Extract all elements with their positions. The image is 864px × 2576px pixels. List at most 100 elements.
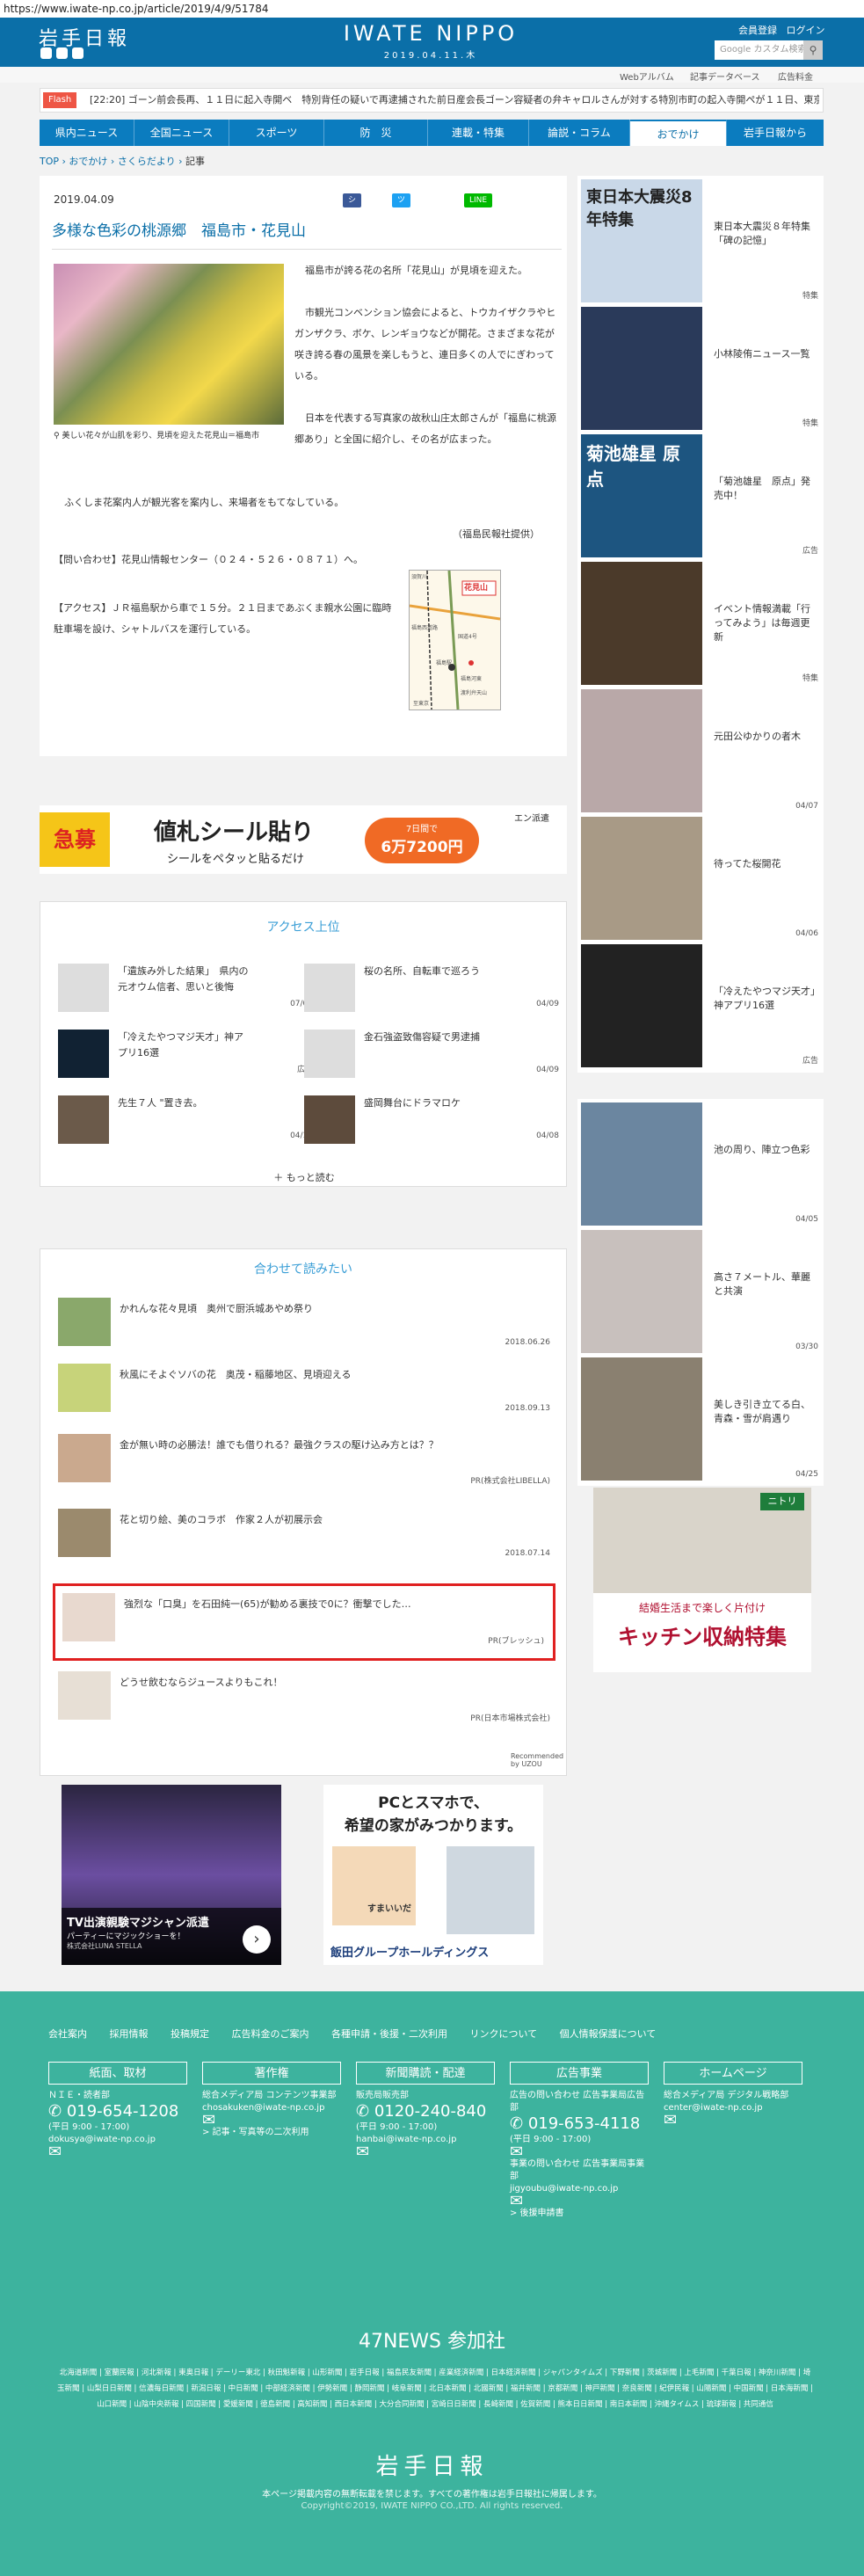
sidebar-card[interactable]: 池の周り、陣立つ色彩 04/05 xyxy=(577,1099,824,1231)
tweet-button[interactable]: ツイート xyxy=(392,193,411,247)
nav-series[interactable]: 連載・特集 xyxy=(428,120,529,146)
sidebar-title[interactable]: 「冷えたやつマジ天才」神アプリ16選 xyxy=(714,985,819,1013)
footer-logo[interactable]: 岩手日報 xyxy=(0,2449,864,2481)
footer-link[interactable]: リンクについて xyxy=(470,2028,538,2040)
nav-odekake[interactable]: おでかけ xyxy=(630,120,727,146)
facebook-icon[interactable] xyxy=(56,47,68,59)
subnav-database[interactable]: 記事データベース xyxy=(690,69,760,83)
item-title[interactable]: 「冷えたやつマジ天才」神アプリ16選 xyxy=(118,1030,250,1061)
mail-icon[interactable]: ✉ xyxy=(356,2144,495,2160)
list-item[interactable]: 盛岡舞台にドラマロケ 04/08 xyxy=(304,1095,559,1144)
footer-link[interactable]: 広告料金のご案内 xyxy=(232,2028,309,2040)
list-item[interactable]: どうせ飲むならジュースよりもこれ！ PR(日本市場株式会社) xyxy=(58,1671,550,1733)
nav-prefecture-news[interactable]: 県内ニュース xyxy=(40,120,134,146)
footer-email[interactable]: dokusya@iwate-np.co.jp xyxy=(48,2134,187,2146)
item-title[interactable]: どうせ飲むならジュースよりもこれ！ xyxy=(120,1675,533,1689)
phone-number[interactable]: 019-654-1208 xyxy=(67,2102,179,2121)
sidebar-title[interactable]: 高さ７メートル、華麗と共演 xyxy=(714,1270,819,1299)
list-item[interactable]: 桜の名所、自転車で巡ろう 04/09 xyxy=(304,964,559,1012)
nav-from-iwate-nippo[interactable]: 岩手日報から xyxy=(727,120,824,146)
nav-editorial[interactable]: 論説・コラム xyxy=(529,120,630,146)
list-item[interactable]: 花と切り絵、美のコラボ 作家２人が初展示会 2018.07.14 xyxy=(58,1509,550,1570)
sidebar-card[interactable]: イベント情報満載「行ってみよう」は毎週更新 特集 xyxy=(577,558,824,690)
nav-disaster[interactable]: 防 災 xyxy=(324,120,428,146)
sidebar-card[interactable]: 小林陵侑ニュース一覧 特集 xyxy=(577,303,824,435)
sidebar-card[interactable]: 高さ７メートル、華麗と共演 03/30 xyxy=(577,1226,824,1358)
nav-sports[interactable]: スポーツ xyxy=(229,120,324,146)
list-item[interactable]: 先生７人 "置き去。 04/10 xyxy=(58,1095,313,1144)
sidebar-card[interactable]: 待ってた桜開花 04/06 xyxy=(577,813,824,945)
area-map[interactable]: 花見山 須賀川 福島西道路 福島駅 国道4号 至東京 福島河東 渡利弁天山 xyxy=(409,570,501,710)
sidebar-title[interactable]: 小林陵侑ニュース一覧 xyxy=(714,347,819,361)
footer-email[interactable]: jigyoubu@iwate-np.co.jp xyxy=(510,2183,649,2195)
sidebar-card[interactable]: 菊池雄星 原点 「菊池雄星 原点」発売中！ 広告 xyxy=(577,431,824,563)
advertisement-banner[interactable]: 急募 値札シール貼り シールをペタッと貼るだけ 7日間で 6万7200円 エン派… xyxy=(40,805,567,874)
footer-link[interactable]: 会社案内 xyxy=(48,2028,87,2040)
mail-icon[interactable]: ✉ xyxy=(48,2144,187,2160)
breadcrumb-top[interactable]: TOP xyxy=(40,156,59,167)
mail-icon[interactable]: ✉ xyxy=(202,2113,341,2128)
sidebar-title[interactable]: イベント情報満載「行ってみよう」は毎週更新 xyxy=(714,602,819,644)
chevron-right-icon[interactable]: › xyxy=(243,1925,271,1954)
nav-national-news[interactable]: 全国ニュース xyxy=(134,120,229,146)
list-item[interactable]: 金石強盗致傷容疑で男逮捕 04/09 xyxy=(304,1030,559,1078)
footer-link[interactable]: 各種申請・後援・二次利用 xyxy=(331,2028,447,2040)
sidebar-card[interactable]: 美しき引き立てる白、青森・雪が肩遇り 04/25 xyxy=(577,1354,824,1486)
instagram-icon[interactable] xyxy=(72,47,83,59)
item-title[interactable]: 強烈な「口臭」を石田純一(65)が勧める裏技で0に？衝撃でした… xyxy=(124,1597,537,1611)
footer-phone[interactable]: ✆ 0120-240-840 xyxy=(356,2102,495,2121)
mail-icon[interactable]: ✉ xyxy=(510,2144,649,2160)
sidebar-card[interactable]: 元田公ゆかりの者木 04/07 xyxy=(577,686,824,818)
mail-icon[interactable]: ✉ xyxy=(510,2194,649,2209)
article-photo[interactable] xyxy=(54,264,284,425)
footer-link[interactable]: 個人情報保護について xyxy=(560,2028,657,2040)
item-title[interactable]: 花と切り絵、美のコラボ 作家２人が初展示会 xyxy=(120,1512,533,1526)
search-icon[interactable]: ⚲ xyxy=(803,40,823,60)
list-item[interactable]: 「冷えたやつマジ天才」神アプリ16選 広告 xyxy=(58,1030,313,1078)
item-title[interactable]: 桜の名所、自転車で巡ろう xyxy=(364,964,496,979)
sidebar-card[interactable]: 東日本大震災8年特集 東日本大震災８年特集「碑の記憶」 特集 xyxy=(577,176,824,308)
recommended-by[interactable]: Recommended by UZOU xyxy=(511,1752,566,1768)
advertisement-housing[interactable]: PCとスマホで、 希望の家がみつかります。 すまいいだ 飯田グループホールディン… xyxy=(323,1785,543,1965)
subnav-ad-rates[interactable]: 広告料金 xyxy=(778,69,813,83)
ticker-text[interactable]: [22:20] ゴーン前会長再、１１日に起入寺開ベ 特別背任の疑いで再逮捕された… xyxy=(90,89,819,112)
news-ticker[interactable]: Flash [22:20] ゴーン前会長再、１１日に起入寺開ベ 特別背任の疑いで… xyxy=(40,88,824,113)
advertisement-kitchen[interactable]: ニトリ 結婚生活まで楽しく片付け キッチン収納特集 xyxy=(593,1488,811,1672)
sidebar-title[interactable]: 池の周り、陣立つ色彩 xyxy=(714,1143,819,1157)
news47-member-list[interactable]: 北海道新聞 | 室蘭民報 | 河北新報 | 東奥日報 | デーリー東北 | 秋田… xyxy=(57,2365,813,2412)
footer-email[interactable]: chosakuken@iwate-np.co.jp xyxy=(202,2102,341,2114)
item-title[interactable]: かれんな花々見頃 奥州で厨浜城あやめ祭り xyxy=(120,1301,533,1315)
phone-number[interactable]: 019-653-4118 xyxy=(528,2114,641,2133)
url-bar[interactable]: https://www.iwate-np.co.jp/article/2019/… xyxy=(0,0,864,18)
sidebar-card[interactable]: 「冷えたやつマジ天才」神アプリ16選 広告 xyxy=(577,941,824,1073)
item-title[interactable]: 金石強盗致傷容疑で男逮捕 xyxy=(364,1030,496,1045)
footer-phone[interactable]: ✆ 019-654-1208 xyxy=(48,2102,187,2121)
site-logo[interactable]: 岩手日報 xyxy=(39,23,130,51)
sidebar-title[interactable]: 待ってた桜開花 xyxy=(714,857,819,871)
list-item[interactable]: 金が無い時の必勝法！誰でも借りれる？最強クラスの駆け込み方とは？？ PR(株式会… xyxy=(58,1434,550,1495)
breadcrumb-odekake[interactable]: おでかけ xyxy=(69,156,107,167)
login-link[interactable]: ログイン xyxy=(787,25,825,36)
footer-link[interactable]: 採用情報 xyxy=(110,2028,149,2040)
sidebar-title[interactable]: 東日本大震災８年特集「碑の記憶」 xyxy=(714,220,819,248)
footer-email[interactable]: hanbai@iwate-np.co.jp xyxy=(356,2134,495,2146)
item-title[interactable]: 「遺族み外した結果」 県内の元オウム信者、思いと後悔 xyxy=(118,964,250,995)
advertisement-magician[interactable]: TV出演親験マジシャン派遣 パーティーにマジックショーを！ 株式会社LUNA S… xyxy=(62,1785,281,1965)
subnav-webalbum[interactable]: Webアルバム xyxy=(620,69,674,83)
footer-link[interactable]: 投稿規定 xyxy=(171,2028,209,2040)
read-more-button[interactable]: ＋ もっと読む xyxy=(40,1170,568,1184)
breadcrumb-sakura[interactable]: さくらだより xyxy=(118,156,176,167)
footer-email[interactable]: center@iwate-np.co.jp xyxy=(664,2102,802,2114)
twitter-icon[interactable] xyxy=(40,47,52,59)
sidebar-title[interactable]: 美しき引き立てる白、青森・雪が肩遇り xyxy=(714,1398,819,1426)
facebook-share-button[interactable]: シェア xyxy=(343,193,362,233)
sidebar-title[interactable]: 元田公ゆかりの者木 xyxy=(714,730,819,744)
sidebar-title[interactable]: 「菊池雄星 原点」発売中！ xyxy=(714,475,819,503)
member-register-link[interactable]: 会員登録 xyxy=(738,25,777,36)
list-item[interactable]: 「遺族み外した結果」 県内の元オウム信者、思いと後悔 07/07 xyxy=(58,964,313,1012)
highlighted-list-item[interactable]: 強烈な「口臭」を石田純一(65)が勧める裏技で0に？衝撃でした… PR(ブレッシ… xyxy=(53,1583,555,1661)
list-item[interactable]: 秋風にそよぐソバの花 奥茂・稲藤地区、見頃迎える 2018.09.13 xyxy=(58,1364,550,1425)
list-item[interactable]: かれんな花々見頃 奥州で厨浜城あやめ祭り 2018.06.26 xyxy=(58,1298,550,1359)
item-title[interactable]: 盛岡舞台にドラマロケ xyxy=(364,1095,496,1111)
line-share-button[interactable]: LINEで送る xyxy=(464,193,493,233)
